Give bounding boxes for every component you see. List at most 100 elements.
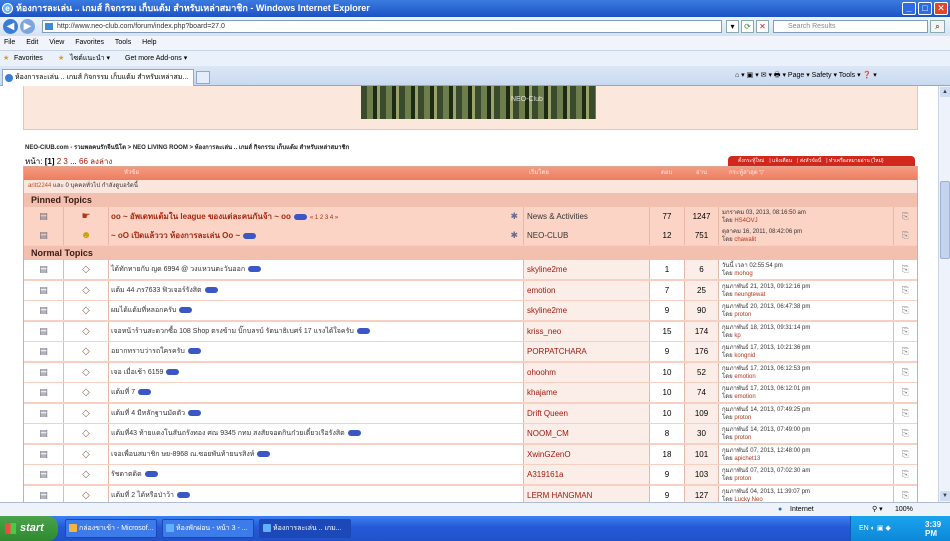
topic-starter[interactable]: ohoohm bbox=[524, 362, 650, 382]
go-last-post-icon[interactable]: ⎘ bbox=[894, 342, 917, 361]
topic-starter[interactable]: skyline2me bbox=[524, 260, 650, 279]
topic-starter[interactable]: NEO-CLUB bbox=[524, 226, 650, 245]
favorites-button[interactable]: Favorites bbox=[14, 51, 43, 67]
command-bar[interactable]: ⌂ ▾ ▣ ▾ ✉ ▾ 🖶 ▾ Page ▾ Safety ▾ Tools ▾ … bbox=[735, 70, 877, 82]
topic-starter[interactable]: emotion bbox=[524, 280, 650, 300]
tray-icons[interactable]: ◐ ▣ ◆ bbox=[871, 525, 891, 532]
compat-button[interactable]: ▾ bbox=[726, 20, 739, 33]
last-poster-link[interactable]: apichet13 bbox=[734, 456, 760, 462]
search-icon[interactable]: ⌕ bbox=[930, 20, 945, 33]
address-input[interactable]: http://www.neo-club.com/forum/index.php?… bbox=[42, 20, 722, 33]
menu-file[interactable]: File bbox=[4, 39, 15, 46]
topic-link[interactable]: แต้มที่ 2 ได้หรือป่าว้า bbox=[111, 492, 174, 499]
maximize-button[interactable]: □ bbox=[918, 2, 932, 15]
add-favorite-icon[interactable]: ★ bbox=[58, 51, 64, 67]
topic-starter[interactable]: Drift Queen bbox=[524, 403, 650, 423]
page-link-last[interactable]: 66 bbox=[79, 157, 88, 166]
language-indicator[interactable]: EN bbox=[859, 525, 869, 532]
start-button[interactable]: start bbox=[0, 516, 58, 541]
topic-link[interactable]: oo ~ อัพเดทแต้มใน league ของแต่ละคนกันจ้… bbox=[111, 212, 291, 221]
header-replies[interactable]: ตอบ bbox=[661, 167, 672, 180]
topic-starter[interactable]: NOOM_CM bbox=[524, 424, 650, 443]
go-last-post-icon[interactable]: ⎘ bbox=[894, 362, 917, 382]
minimize-button[interactable]: _ bbox=[902, 2, 916, 15]
last-poster-link[interactable]: proton bbox=[734, 312, 751, 318]
vertical-scrollbar[interactable]: ▲ ▼ bbox=[938, 86, 950, 502]
menu-edit[interactable]: Edit bbox=[26, 39, 38, 46]
menu-favorites[interactable]: Favorites bbox=[75, 39, 104, 46]
back-button[interactable]: ◀ bbox=[3, 19, 18, 34]
go-last-post-icon[interactable]: ⎘ bbox=[894, 465, 917, 484]
last-poster-link[interactable]: kp bbox=[734, 333, 740, 339]
last-poster-link[interactable]: kongnid bbox=[734, 353, 755, 359]
header-starter[interactable]: เริ่มโดย bbox=[529, 167, 549, 180]
new-tab-button[interactable] bbox=[196, 71, 210, 84]
topic-link[interactable]: อยากทราบว่ารถใครครับ bbox=[111, 348, 185, 355]
topic-link[interactable]: เจอหน้าร้านสะดวกซื้อ 108 Shop ตรงข้าม บิ… bbox=[111, 328, 354, 335]
topic-link[interactable]: รัชดาตดิด bbox=[111, 471, 142, 478]
search-input[interactable]: Search Results bbox=[773, 20, 928, 33]
topic-starter[interactable]: News & Activities bbox=[524, 207, 650, 226]
topic-starter[interactable]: LERM HANGMAN bbox=[524, 485, 650, 502]
topic-link[interactable]: แต้มที่ 7 bbox=[111, 389, 135, 396]
menu-help[interactable]: Help bbox=[142, 39, 156, 46]
topic-starter[interactable]: khajame bbox=[524, 383, 650, 402]
go-last-post-icon[interactable]: ⎘ bbox=[894, 226, 917, 245]
online-user-link[interactable]: aritt2244 bbox=[28, 183, 51, 189]
protected-mode-icon[interactable]: ⚲ ▾ bbox=[872, 503, 883, 517]
mark-read-button[interactable]: ทำเครื่องหมายอ่าน (ใหม่) bbox=[829, 158, 884, 164]
go-last-post-icon[interactable]: ⎘ bbox=[894, 424, 917, 443]
last-poster-link[interactable]: emotion bbox=[734, 374, 755, 380]
last-poster-link[interactable]: emotion bbox=[734, 394, 755, 400]
go-last-post-icon[interactable]: ⎘ bbox=[894, 444, 917, 464]
zoom-level[interactable]: 100% bbox=[895, 503, 913, 517]
menu-tools[interactable]: Tools bbox=[115, 39, 131, 46]
header-last-post[interactable]: กระทู้ล่าสุด ▽ bbox=[729, 167, 764, 180]
go-last-post-icon[interactable]: ⎘ bbox=[894, 485, 917, 502]
new-topic-button[interactable]: ตั้งกระทู้ใหม่ bbox=[738, 158, 764, 164]
last-poster-link[interactable]: chawalit bbox=[734, 237, 756, 243]
breadcrumb[interactable]: NEO-ClUB.com - รวมพลคนรักจีนนิโต > NEO L… bbox=[25, 142, 349, 152]
scroll-up-icon[interactable]: ▲ bbox=[940, 87, 950, 97]
go-last-post-icon[interactable]: ⎘ bbox=[894, 280, 917, 300]
close-button[interactable]: ✕ bbox=[934, 2, 948, 15]
topic-starter[interactable]: XwinGZenO bbox=[524, 444, 650, 464]
last-poster-link[interactable]: proton bbox=[734, 435, 751, 441]
get-addons-link[interactable]: Get more Add-ons ▾ bbox=[125, 51, 187, 67]
task-ie-rest[interactable]: ห้องพักผ่อน - หน้า 3 - ... bbox=[162, 519, 254, 538]
go-down-link[interactable]: ลงล่าง bbox=[90, 157, 112, 166]
scroll-thumb[interactable] bbox=[940, 181, 950, 259]
forward-button[interactable]: ▶ bbox=[20, 19, 35, 34]
last-poster-link[interactable]: HS4OVJ bbox=[734, 218, 757, 224]
header-views[interactable]: อ่าน bbox=[696, 167, 707, 180]
topic-starter[interactable]: PORPATCHARA bbox=[524, 342, 650, 361]
go-last-post-icon[interactable]: ⎘ bbox=[894, 260, 917, 279]
topic-link[interactable]: แต้ม 44 ภร7633 ฟิวเจอร์รังสิต bbox=[111, 287, 202, 294]
topic-link[interactable]: แต้มที่43 ท้ายแดงโนสันถรังทอง ศณ 9345 กท… bbox=[111, 430, 345, 437]
topic-pages[interactable]: « 1 2 3 4 » bbox=[310, 215, 338, 221]
go-last-post-icon[interactable]: ⎘ bbox=[894, 321, 917, 341]
topic-link[interactable]: ผมได้แต้มที่หลอกครับ bbox=[111, 307, 176, 314]
header-subject[interactable]: หัวข้อ bbox=[124, 167, 139, 180]
last-poster-link[interactable]: neungtewat bbox=[734, 292, 765, 298]
go-last-post-icon[interactable]: ⎘ bbox=[894, 383, 917, 402]
last-poster-link[interactable]: proton bbox=[734, 476, 751, 482]
task-outlook[interactable]: กล่องขาเข้า - Microsof... bbox=[65, 519, 157, 538]
page-link-2[interactable]: 2 bbox=[57, 157, 61, 166]
stop-button[interactable]: ✕ bbox=[756, 20, 769, 33]
topic-link[interactable]: ~ oO เปิดแล้ววว ห้องการละเล่น Oo ~ bbox=[111, 231, 240, 240]
topic-link[interactable]: แต้มที่ 4 มีหลักฐานมัดตัว bbox=[111, 410, 185, 417]
task-ie-play[interactable]: ห้องการละเล่น .. เกม... bbox=[259, 519, 351, 538]
topic-link[interactable]: เจอเพื่อนสมาชิก ษย-8968 ณ.ซอยพันท้ายนรสิ… bbox=[111, 451, 254, 458]
suggested-sites-link[interactable]: ไซต์แนะนำ ▾ bbox=[70, 51, 110, 67]
topic-starter[interactable]: A319161a bbox=[524, 465, 650, 484]
scroll-down-icon[interactable]: ▼ bbox=[940, 491, 950, 501]
topic-starter[interactable]: skyline2me bbox=[524, 301, 650, 320]
refresh-button[interactable]: ⟳ bbox=[741, 20, 754, 33]
topic-link[interactable]: เจอ เมื่อเช้า 6159 bbox=[111, 369, 163, 376]
last-poster-link[interactable]: proton bbox=[734, 415, 751, 421]
page-link-3[interactable]: 3 bbox=[63, 157, 67, 166]
go-last-post-icon[interactable]: ⎘ bbox=[894, 301, 917, 320]
send-topic-button[interactable]: ส่งหัวข้อนี้ bbox=[800, 158, 821, 164]
notify-button[interactable]: แจ้งเตือน bbox=[772, 158, 792, 164]
